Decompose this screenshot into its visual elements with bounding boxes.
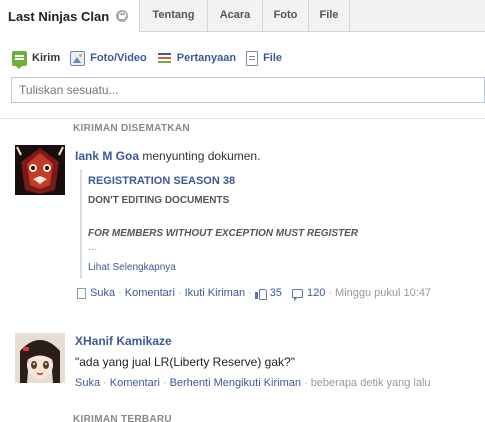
comment-link[interactable]: Komentari <box>125 287 175 299</box>
photo-label: Foto/Video <box>90 52 147 64</box>
follow-post-link[interactable]: Ikuti Kiriman <box>185 287 246 299</box>
like-icon[interactable] <box>254 288 267 300</box>
document-ellipsis: ... <box>88 241 98 253</box>
post-header: XHanif Kamikaze <box>75 334 172 348</box>
comments-count[interactable]: 120 <box>307 287 325 299</box>
author-name[interactable]: Iank M Goa <box>75 149 139 163</box>
composer-file-button[interactable]: File <box>246 50 283 66</box>
see-more-link[interactable]: Lihat Selengkapnya <box>88 262 380 273</box>
post-text: "ada yang jual LR(Liberty Reserve) gak?" <box>75 355 295 369</box>
like-link[interactable]: Suka <box>90 287 115 299</box>
pinned-section-label: KIRIMAN DISEMATKAN <box>73 123 190 134</box>
group-title-tab[interactable]: Last Ninjas Clan <box>0 0 140 32</box>
lock-icon <box>116 10 129 22</box>
document-title[interactable]: REGISTRATION SEASON 38 <box>88 175 380 187</box>
separator-dot: · <box>248 287 252 299</box>
tab-tentang[interactable]: Tentang <box>140 0 208 32</box>
tab-file[interactable]: File <box>309 0 350 32</box>
separator-dot: · <box>103 377 107 389</box>
file-icon <box>246 50 259 66</box>
post-timestamp[interactable]: beberapa detik yang lalu <box>311 377 431 389</box>
photo-icon <box>70 50 86 66</box>
post-action-text: menyunting dokumen. <box>142 149 261 163</box>
composer-actions: Kirim Foto/Video Pertanyaan File <box>12 49 292 69</box>
group-tab-bar: Last Ninjas Clan Tentang Acara Foto File <box>0 0 485 32</box>
status-label: Kirim <box>32 52 61 64</box>
composer-photo-button[interactable]: Foto/Video <box>70 50 147 66</box>
anime-girl-avatar-icon <box>15 333 65 383</box>
comment-icon[interactable] <box>292 288 304 301</box>
post-header: Iank M Goa menyunting dokumen. <box>75 149 260 163</box>
recent-section-label: KIRIMAN TERBARU <box>73 414 172 422</box>
separator-dot: · <box>304 377 308 389</box>
file-label: File <box>263 52 283 64</box>
avatar[interactable] <box>15 145 65 195</box>
separator-dot: · <box>177 287 182 299</box>
avatar[interactable] <box>15 333 65 383</box>
document-icon <box>77 287 86 299</box>
composer-status-button[interactable]: Kirim <box>12 50 61 69</box>
tab-acara[interactable]: Acara <box>208 0 263 32</box>
like-link[interactable]: Suka <box>75 377 100 389</box>
likes-count[interactable]: 35 <box>270 287 282 299</box>
group-name: Last Ninjas Clan <box>8 8 110 24</box>
post-meta: Suka · Komentari · Berhenti Mengikuti Ki… <box>75 377 431 389</box>
author-name[interactable]: XHanif Kamikaze <box>75 334 172 348</box>
divider <box>0 118 485 119</box>
separator-dot: · <box>118 287 122 299</box>
document-line: DON'T EDITING DOCUMENTS <box>88 195 230 206</box>
document-line: FOR MEMBERS WITHOUT EXCEPTION MUST REGIS… <box>88 228 359 239</box>
post-timestamp[interactable]: Minggu pukul 10:47 <box>335 287 431 299</box>
composer-input[interactable] <box>11 77 485 103</box>
question-label: Pertanyaan <box>176 52 237 64</box>
status-icon <box>12 50 27 69</box>
tribal-mask-avatar-icon <box>15 145 65 195</box>
question-icon <box>157 51 172 66</box>
post-meta: Suka · Komentari · Ikuti Kiriman · 35 12… <box>77 287 431 301</box>
comment-link[interactable]: Komentari <box>110 377 160 389</box>
separator-dot: · <box>162 377 167 389</box>
unfollow-post-link[interactable]: Berhenti Mengikuti Kiriman <box>170 377 301 389</box>
composer-question-button[interactable]: Pertanyaan <box>157 51 236 66</box>
tab-foto[interactable]: Foto <box>263 0 309 32</box>
document-preview: REGISTRATION SEASON 38 DON'T EDITING DOC… <box>80 169 380 279</box>
separator-dot: · <box>328 287 333 299</box>
